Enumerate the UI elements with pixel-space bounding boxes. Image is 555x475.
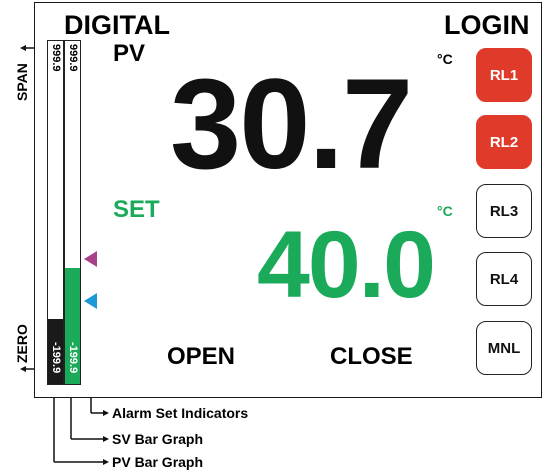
digital-title: DIGITAL — [64, 10, 170, 40]
relay-rl4-label: RL4 — [489, 270, 519, 288]
manual-mode-label: MNL — [487, 339, 521, 357]
close-button[interactable]: CLOSE — [330, 345, 413, 369]
alarm-set-indicators-callout: Alarm Set Indicators — [112, 405, 249, 421]
pv-label: PV — [113, 40, 146, 67]
sv-bar-graph — [64, 40, 81, 385]
login-button[interactable]: LOGIN — [444, 12, 530, 39]
span-label: SPAN — [14, 63, 30, 101]
relay-rl4-button[interactable]: RL4 — [476, 252, 532, 306]
pv-unit: °C — [437, 51, 453, 67]
sv-bar-graph-callout: SV Bar Graph — [112, 431, 204, 447]
relay-rl3-button[interactable]: RL3 — [476, 184, 532, 238]
manual-mode-button[interactable]: MNL — [476, 321, 532, 375]
relay-rl3-label: RL3 — [489, 202, 519, 220]
set-label: SET — [113, 196, 160, 223]
sv-unit: °C — [437, 203, 453, 219]
pv-bar-min-label: -199.9 — [50, 342, 62, 374]
open-button[interactable]: OPEN — [167, 345, 235, 369]
relay-rl2-button[interactable]: RL2 — [476, 115, 532, 169]
sv-value: 40.0 — [257, 212, 436, 318]
pv-bar-graph-callout: PV Bar Graph — [112, 454, 204, 470]
alarm-high-indicator-icon[interactable] — [84, 251, 98, 267]
relay-rl2-label: RL2 — [489, 133, 519, 151]
pv-value: 30.7 — [170, 53, 413, 196]
sv-bar-max-label: 999.9 — [67, 44, 79, 72]
relay-rl1-button[interactable]: RL1 — [476, 48, 532, 102]
sv-bar-min-label: -199.9 — [67, 342, 79, 374]
alarm-low-indicator-icon[interactable] — [84, 293, 98, 309]
relay-rl1-label: RL1 — [489, 66, 519, 84]
pv-bar-max-label: 999.9 — [50, 44, 62, 72]
pv-bar-graph — [47, 40, 64, 385]
zero-label: ZERO — [14, 324, 30, 363]
